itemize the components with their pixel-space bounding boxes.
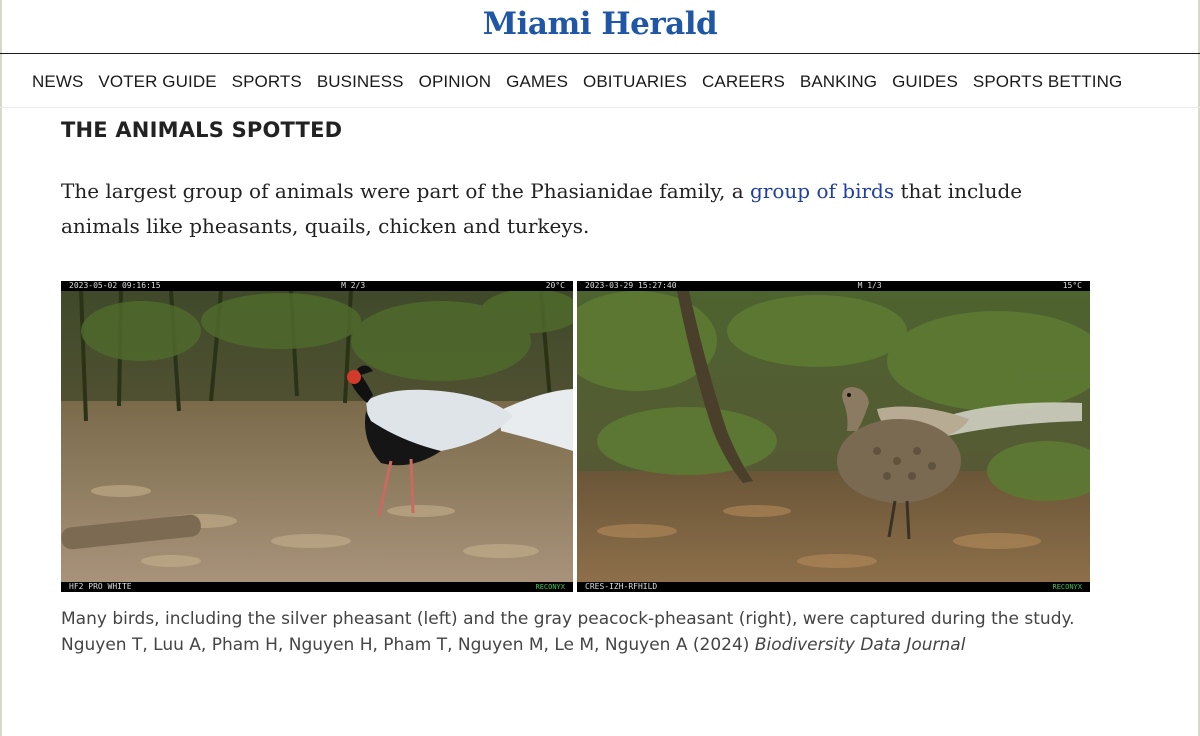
camera-model: HF2 PRO WHITE	[69, 582, 132, 591]
nav-item-banking[interactable]: BANKING	[800, 72, 877, 92]
nav-divider	[0, 107, 1200, 108]
main-navigation: NEWS VOTER GUIDE SPORTS BUSINESS OPINION…	[32, 62, 1200, 102]
gray-peacock-pheasant-scene	[577, 291, 1090, 582]
gray-peacock-pheasant-photo[interactable]: 2023-03-29 15:27:40 M 1/3 15°C CRES-IZH-…	[577, 281, 1090, 592]
silver-pheasant-scene	[61, 291, 573, 582]
nav-item-opinion[interactable]: OPINION	[419, 72, 492, 92]
article-paragraph: The largest group of animals were part o…	[61, 174, 1101, 244]
nav-item-obituaries[interactable]: OBITUARIES	[583, 72, 687, 92]
nav-item-sports-betting[interactable]: SPORTS BETTING	[973, 72, 1122, 92]
camera-temperature: 20°C	[545, 281, 565, 290]
caption-journal: Biodiversity Data Journal	[754, 635, 966, 655]
silver-pheasant-photo[interactable]: 2023-05-02 09:16:15 M 2/3 20°C HF2 PRO W…	[61, 281, 573, 592]
camera-info-bar-bottom: CRES-IZH-RFHILD RECONYX	[577, 582, 1090, 592]
camera-brand-logo: RECONYX	[1052, 583, 1082, 591]
camera-timestamp: 2023-03-29 15:27:40	[585, 281, 677, 290]
nav-item-careers[interactable]: CAREERS	[702, 72, 785, 92]
nav-item-voter-guide[interactable]: VOTER GUIDE	[98, 72, 216, 92]
camera-model: CRES-IZH-RFHILD	[585, 582, 658, 591]
camera-brand-logo: RECONYX	[535, 583, 565, 591]
camera-temperature: 15°C	[1062, 281, 1082, 290]
nav-item-sports[interactable]: SPORTS	[232, 72, 302, 92]
nav-item-business[interactable]: BUSINESS	[317, 72, 404, 92]
page-frame-left	[0, 0, 2, 736]
camera-timestamp: 2023-05-02 09:16:15	[69, 281, 161, 290]
photo-caption: Many birds, including the silver pheasan…	[61, 606, 1101, 658]
site-logo[interactable]: Miami Herald	[0, 6, 1200, 42]
nav-item-games[interactable]: GAMES	[506, 72, 568, 92]
camera-info-bar-top: 2023-05-02 09:16:15 M 2/3 20°C	[61, 281, 573, 291]
camera-info-bar-top: 2023-03-29 15:27:40 M 1/3 15°C	[577, 281, 1090, 291]
group-of-birds-link[interactable]: group of birds	[750, 179, 894, 203]
nav-item-guides[interactable]: GUIDES	[892, 72, 958, 92]
section-heading: THE ANIMALS SPOTTED	[61, 118, 343, 142]
lede-text-before: The largest group of animals were part o…	[61, 179, 751, 203]
nav-item-news[interactable]: NEWS	[32, 72, 83, 92]
photo-pair: 2023-05-02 09:16:15 M 2/3 20°C HF2 PRO W…	[61, 281, 1090, 592]
masthead: Miami Herald	[0, 0, 1200, 54]
camera-mode: M 2/3	[341, 281, 366, 290]
camera-info-bar-bottom: HF2 PRO WHITE RECONYX	[61, 582, 573, 592]
camera-mode: M 1/3	[857, 281, 882, 290]
